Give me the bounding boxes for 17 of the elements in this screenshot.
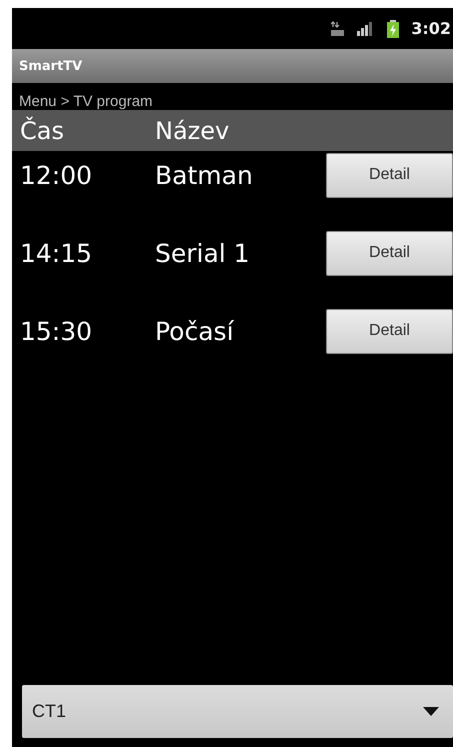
program-name-cell-text: Počasí (155, 316, 235, 346)
program-name-cell-text: Batman (155, 160, 254, 190)
battery-charging-icon (387, 20, 400, 38)
detail-button[interactable]: Detail (326, 230, 453, 276)
breadcrumb: Menu > TV program (18, 92, 154, 110)
time-cell-text: 15:30 (19, 316, 94, 346)
detail-button[interactable]: Detail (326, 308, 453, 354)
column-header: Název (155, 116, 230, 144)
program-name-cell-text: Serial 1 (155, 238, 251, 268)
detail-button[interactable]: Detail (326, 152, 453, 198)
app-title-bar: SmartTV (12, 49, 453, 83)
channel-dropdown[interactable]: CT1 (22, 685, 453, 738)
time-cell-text: 14:15 (19, 238, 94, 268)
time-cell-text: 12:00 (19, 160, 94, 190)
column-header: Čas (19, 116, 65, 144)
dropdown-arrow-icon (423, 707, 439, 716)
status-time: 3:02 (411, 19, 451, 38)
